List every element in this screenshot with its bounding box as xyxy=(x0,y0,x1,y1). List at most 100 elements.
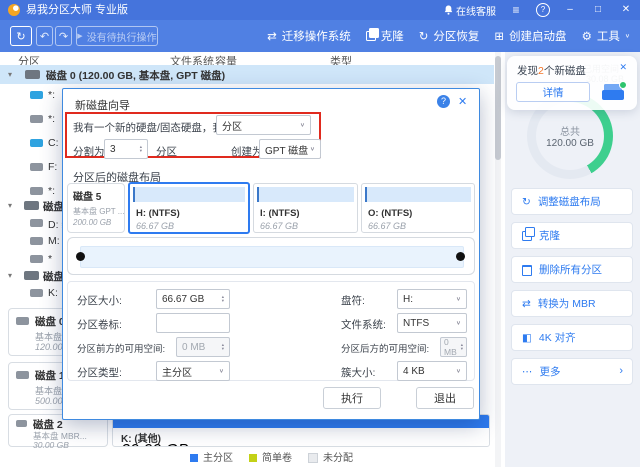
tree-partition-label: C: xyxy=(48,137,59,149)
sidebar-clone-button[interactable]: 克隆 xyxy=(511,222,633,249)
cluster-size-select[interactable]: 4 KB ∨ xyxy=(397,361,467,381)
legend-primary-label: 主分区 xyxy=(203,453,233,464)
create-as-label: 创建为 xyxy=(231,144,263,159)
help-icon[interactable]: ? xyxy=(536,3,550,17)
adjust-layout-label: 调整磁盘布局 xyxy=(538,194,601,209)
legend-item-unallocated: 未分配 xyxy=(308,449,353,464)
online-service-button[interactable]: 在线客服 xyxy=(444,3,496,18)
new-disk-wizard-dialog: 新磁盘向导 ? ✕ 我有一个新的硬盘/固态硬盘，我想要 分区 ∨ 分割为 3 ▴… xyxy=(62,88,480,420)
convert-to-mbr-button[interactable]: ⇄ 转换为 MBR xyxy=(511,290,633,317)
tree-row-partition[interactable]: D: 新 xyxy=(0,216,60,232)
partition-icon xyxy=(30,115,43,123)
filesystem-select[interactable]: NTFS ∨ xyxy=(397,313,467,333)
adjust-layout-icon: ↻ xyxy=(522,196,531,208)
menu-icon[interactable]: ≡ xyxy=(508,0,524,20)
tree-row-partition[interactable]: * xyxy=(0,252,60,268)
tree-partition-label: *: xyxy=(48,113,55,125)
tree-partition-label: M: xyxy=(48,235,60,247)
tree-row-partition[interactable]: *: xyxy=(0,112,60,128)
pending-operations-button[interactable]: ▶ 没有待执行操作 xyxy=(76,26,158,46)
exit-button[interactable]: 退出 xyxy=(416,387,474,409)
partition-size-value: 66.67 GB xyxy=(162,294,204,305)
redo-button[interactable]: ↷ xyxy=(55,26,72,46)
convert-to-mbr-label: 转换为 MBR xyxy=(538,296,596,311)
scrollbar-thumb[interactable] xyxy=(495,56,501,160)
donut-total-label: 总共 xyxy=(527,123,613,138)
tree-partition-label: F: xyxy=(48,161,57,173)
execute-button[interactable]: 执行 xyxy=(323,387,381,409)
delete-all-partitions-button[interactable]: 删除所有分区 xyxy=(511,256,633,283)
minimize-button[interactable]: – xyxy=(562,0,578,20)
drive-letter-select[interactable]: H: ∨ xyxy=(397,289,467,309)
cluster-size-label: 簇大小: xyxy=(341,365,375,380)
tree-partition-label: K: xyxy=(48,287,58,299)
preview-partition-h[interactable]: H: (NTFS) 66.67 GB xyxy=(128,182,250,234)
partition-count-stepper[interactable]: 3 ▴▾ xyxy=(104,139,148,159)
bootdisk-icon: ⊞ xyxy=(494,29,504,43)
preview-partition-o[interactable]: O: (NTFS) 66.67 GB xyxy=(361,183,475,233)
tree-row-partition[interactable]: C: xyxy=(0,136,60,152)
delete-all-label: 删除所有分区 xyxy=(539,262,602,277)
action-select-value: 分区 xyxy=(222,118,242,133)
close-button[interactable]: ✕ xyxy=(618,0,634,20)
sidebar-clone-label: 克隆 xyxy=(539,228,560,243)
tools-menu-button[interactable]: ⚙ 工具 ∨ xyxy=(582,28,630,44)
undo-button[interactable]: ↶ xyxy=(36,26,53,46)
adjust-disk-layout-button[interactable]: ↻ 调整磁盘布局 xyxy=(511,188,633,215)
slider-track[interactable] xyxy=(80,246,464,268)
partition-o-size: 66.67 GB xyxy=(368,221,406,231)
tree-row-disk1[interactable]: ▾ 磁盘 1 (5 xyxy=(0,198,60,214)
migrate-os-button[interactable]: ⇄ 迁移操作系统 xyxy=(267,28,351,44)
partition-type-select[interactable]: 主分区 ∨ xyxy=(156,361,230,381)
slider-handle-right[interactable] xyxy=(456,252,465,261)
tree-row-partition[interactable]: M: xyxy=(0,234,60,250)
slider-handle-left[interactable] xyxy=(76,252,85,261)
primary-partition-swatch xyxy=(190,454,198,462)
volume-label-label: 分区卷标: xyxy=(77,317,122,332)
notification-text: 发现2个新磁盘 xyxy=(517,63,586,78)
create-bootable-disk-button[interactable]: ⊞ 创建启动盘 xyxy=(494,28,566,44)
tree-row-partition[interactable]: *: xyxy=(0,88,60,104)
disk-icon xyxy=(25,70,40,79)
preview-disk-type: 基本盘 GPT ... xyxy=(73,206,124,217)
partition-recovery-button[interactable]: ↻ 分区恢复 xyxy=(419,28,480,44)
disk-icon xyxy=(16,371,29,379)
tree-row-partition[interactable]: F: xyxy=(0,160,60,176)
dialog-close-icon[interactable]: ✕ xyxy=(458,95,467,108)
more-button[interactable]: ⋯ 更多 › xyxy=(511,358,633,385)
align-4k-button[interactable]: ◧ 4K 对齐 xyxy=(511,324,633,351)
maximize-button[interactable]: □ xyxy=(590,0,606,20)
tree-row-disk0[interactable]: ▾ 磁盘 0 (120.00 GB, 基本盘, GPT 磁盘) xyxy=(0,65,494,84)
recovery-icon: ↻ xyxy=(419,29,429,43)
tree-row-disk2[interactable]: ▾ 磁盘 2 (3 xyxy=(0,268,60,284)
stepper-arrows-icon[interactable]: ▴▾ xyxy=(222,295,224,303)
partition-usage-bar xyxy=(133,187,245,202)
notification-close-icon[interactable]: ✕ xyxy=(619,62,627,73)
action-select[interactable]: 分区 ∨ xyxy=(216,115,311,135)
preview-disk-size: 200.00 GB xyxy=(73,218,111,227)
space-before-stepper[interactable]: 0 MB ▴▾ xyxy=(176,337,230,357)
refresh-button[interactable]: ↻ xyxy=(10,26,32,46)
tree-row-partition[interactable]: K: xyxy=(0,286,60,302)
create-bootable-disk-label: 创建启动盘 xyxy=(509,28,567,44)
legend-item-primary: 主分区 xyxy=(190,449,233,464)
details-button[interactable]: 详情 xyxy=(516,82,590,102)
disk-style-value: GPT 磁盘 xyxy=(265,142,308,157)
partition-size-stepper[interactable]: 66.67 GB ▴▾ xyxy=(156,289,230,309)
clone-button[interactable]: 克隆 xyxy=(366,28,404,44)
arrow-right-icon: › xyxy=(619,365,623,377)
main-window: 易我分区大师 专业版 在线客服 ≡ ? – □ ✕ ↻ ↶ ↷ ▶ 没有待执行操… xyxy=(0,0,640,467)
disk-icon xyxy=(24,271,39,280)
more-label: 更多 xyxy=(540,364,561,379)
disk-style-select[interactable]: GPT 磁盘 ∨ xyxy=(259,139,321,159)
tree-partition-label: *: xyxy=(48,185,55,197)
toolbar: ↻ ↶ ↷ ▶ 没有待执行操作 ⇄ 迁移操作系统 克隆 ↻ 分区恢复 xyxy=(0,20,640,52)
stepper-arrows-icon[interactable]: ▴▾ xyxy=(140,145,142,153)
pending-operations-label: 没有待执行操作 xyxy=(87,29,157,44)
size-field-label: 分区大小: xyxy=(77,293,122,308)
preview-partition-i[interactable]: I: (NTFS) 66.67 GB xyxy=(253,183,358,233)
dialog-help-icon[interactable]: ? xyxy=(437,95,450,108)
volume-label-input[interactable] xyxy=(156,313,230,333)
space-after-stepper[interactable]: 0 MB ▴▾ xyxy=(440,337,467,357)
disk0-card-name: 磁盘 0 xyxy=(35,314,65,329)
